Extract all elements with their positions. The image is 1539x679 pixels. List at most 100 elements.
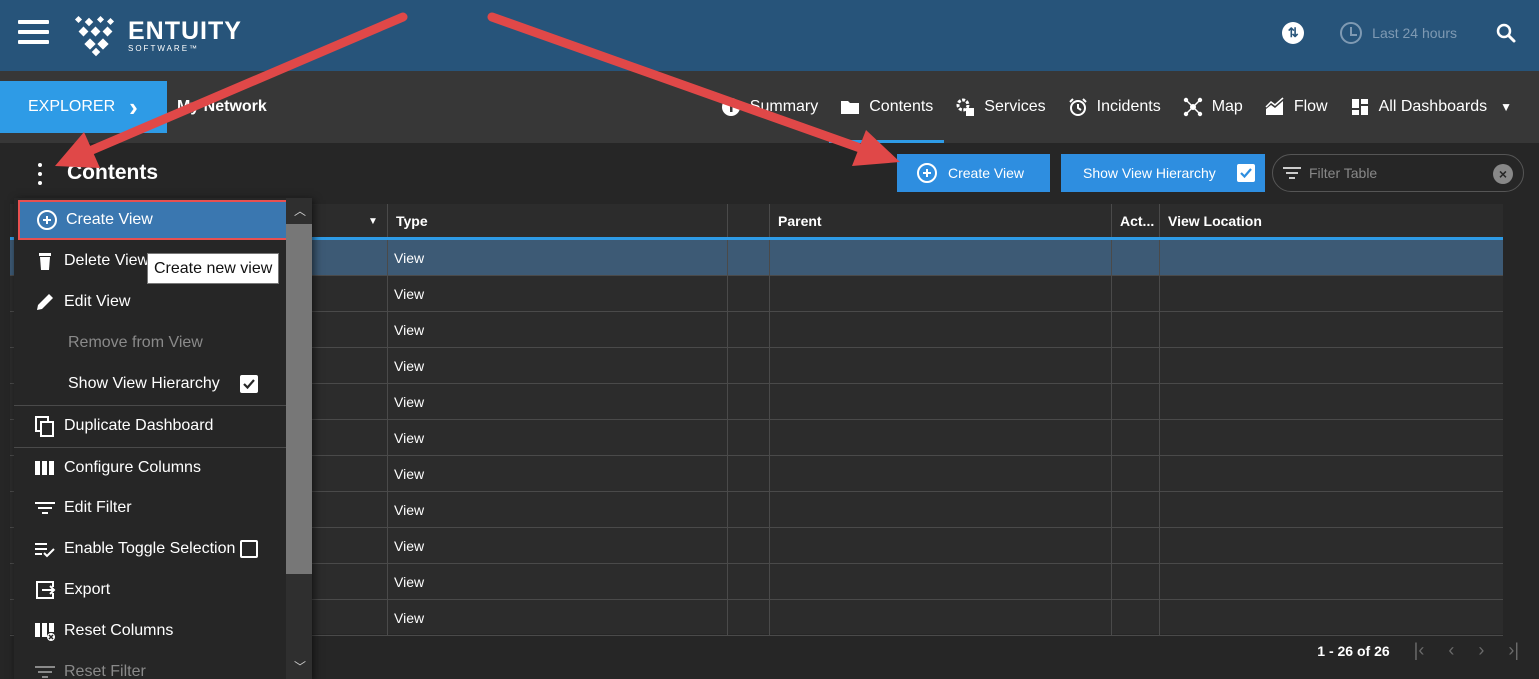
table-cell xyxy=(728,276,770,312)
menu-item-edit-filter[interactable]: Edit Filter xyxy=(14,488,286,528)
menu-item-label: Create View xyxy=(66,211,153,228)
menu-item-label: Edit View xyxy=(64,293,131,310)
plus-circle-icon xyxy=(917,163,937,183)
show-view-hierarchy-button[interactable]: Show View Hierarchy xyxy=(1061,154,1265,192)
menu-item-reset-columns[interactable]: Reset Columns xyxy=(14,611,286,651)
clock-icon xyxy=(1340,22,1363,44)
filter-table-input[interactable] xyxy=(1309,165,1489,181)
cell-type: View xyxy=(388,564,728,600)
table-cell xyxy=(728,564,770,600)
hamburger-menu-icon[interactable] xyxy=(18,20,49,44)
flow-chart-icon xyxy=(1265,97,1284,115)
menu-item-create-view[interactable]: Create View xyxy=(18,200,288,240)
clear-icon[interactable]: × xyxy=(1493,164,1513,184)
show-view-hierarchy-label: Show View Hierarchy xyxy=(1083,165,1216,181)
menu-item-label: Configure Columns xyxy=(64,459,201,476)
menu-item-label: Edit Filter xyxy=(64,499,132,516)
first-page-icon[interactable]: |‹ xyxy=(1414,640,1425,661)
scrollbar-thumb[interactable] xyxy=(286,224,312,574)
menu-item-label: Enable Toggle Selection xyxy=(64,540,236,557)
time-range-selector[interactable]: Last 24 hours xyxy=(1340,22,1457,44)
table-cell xyxy=(1160,528,1503,564)
tab-summary[interactable]: Summary xyxy=(710,71,829,143)
breadcrumb[interactable]: My Network xyxy=(177,98,267,116)
table-cell xyxy=(1112,564,1160,600)
menu-item-label: Export xyxy=(64,581,111,598)
toggle-select-icon xyxy=(35,543,55,558)
table-cell xyxy=(728,420,770,456)
table-cell xyxy=(770,456,1112,492)
trash-icon xyxy=(39,253,51,270)
table-cell xyxy=(728,492,770,528)
filter-icon xyxy=(35,502,55,514)
menu-item-label: Delete View xyxy=(64,252,150,269)
table-cell xyxy=(1160,600,1503,636)
contents-panel: Contents Create View Show View Hierarchy… xyxy=(0,143,1539,679)
tab-incidents-label: Incidents xyxy=(1096,98,1161,115)
column-header-parent[interactable]: Parent xyxy=(770,204,1112,237)
enable-toggle-selection-checkbox[interactable] xyxy=(240,540,258,558)
tab-all-dashboards-label: All Dashboards xyxy=(1378,98,1488,115)
sync-icon[interactable]: ⇅ xyxy=(1282,22,1305,44)
columns-icon xyxy=(35,461,54,475)
next-page-icon[interactable]: › xyxy=(1478,640,1484,661)
column-header-type[interactable]: Type xyxy=(388,204,728,237)
table-cell xyxy=(1112,456,1160,492)
table-cell xyxy=(1112,420,1160,456)
column-header-view-location[interactable]: View Location xyxy=(1160,204,1503,237)
create-view-tooltip: Create new view xyxy=(147,253,280,284)
tab-incidents[interactable]: Incidents xyxy=(1057,71,1172,143)
info-icon xyxy=(721,98,740,116)
menu-item-export[interactable]: Export xyxy=(14,570,286,610)
tab-services[interactable]: Services xyxy=(944,71,1056,143)
sort-caret-icon[interactable]: ▼ xyxy=(368,216,378,227)
tab-flow[interactable]: Flow xyxy=(1254,71,1339,143)
tab-map-label: Map xyxy=(1211,98,1243,115)
column-header-actions[interactable]: Act... xyxy=(1112,204,1160,237)
menu-item-edit-view[interactable]: Edit View xyxy=(14,282,286,322)
table-cell xyxy=(1160,240,1503,276)
table-cell xyxy=(770,420,1112,456)
previous-page-icon[interactable]: ‹ xyxy=(1448,640,1454,661)
export-icon xyxy=(36,581,56,599)
page-title: Contents xyxy=(67,161,158,184)
table-cell xyxy=(1160,312,1503,348)
kebab-menu-icon[interactable] xyxy=(32,163,48,185)
table-cell xyxy=(1112,492,1160,528)
logo-sub-text: SOFTWARE™ xyxy=(128,44,200,53)
entuity-logo[interactable]: ENTUITY SOFTWARE™ xyxy=(72,14,242,58)
entuity-logo-mark-icon xyxy=(74,15,115,57)
menu-item-configure-columns[interactable]: Configure Columns xyxy=(14,448,286,488)
table-cell xyxy=(1160,564,1503,600)
filter-icon xyxy=(1283,167,1301,179)
column-header-blank[interactable] xyxy=(728,204,770,237)
cell-type: View xyxy=(388,240,728,276)
dashboard-grid-icon xyxy=(1351,99,1368,115)
create-view-button[interactable]: Create View xyxy=(897,154,1050,192)
last-page-icon[interactable]: ›| xyxy=(1508,640,1519,661)
filter-table-field[interactable]: × xyxy=(1272,154,1524,192)
chevron-right-icon: › xyxy=(129,91,138,122)
menu-item-remove-from-view: Remove from View xyxy=(14,323,286,363)
cell-type: View xyxy=(388,276,728,312)
menu-scrollbar[interactable]: ︿ ﹀ xyxy=(286,198,312,679)
table-cell xyxy=(770,312,1112,348)
menu-item-label: Duplicate Dashboard xyxy=(64,417,214,434)
scroll-down-icon[interactable]: ﹀ xyxy=(294,658,306,675)
scroll-up-icon[interactable]: ︿ xyxy=(294,202,306,219)
explorer-button[interactable]: EXPLORER › xyxy=(0,81,167,133)
tab-all-dashboards[interactable]: All Dashboards ▼ xyxy=(1339,71,1523,143)
show-view-hierarchy-checked-icon[interactable] xyxy=(240,375,258,393)
table-cell xyxy=(770,600,1112,636)
search-icon[interactable] xyxy=(1495,22,1517,44)
table-cell xyxy=(728,528,770,564)
tab-map[interactable]: Map xyxy=(1172,71,1254,143)
table-cell xyxy=(728,456,770,492)
cell-type: View xyxy=(388,420,728,456)
map-nodes-icon xyxy=(1183,97,1202,117)
tab-contents[interactable]: Contents xyxy=(829,71,945,143)
show-view-hierarchy-checkbox[interactable] xyxy=(1237,164,1255,182)
cell-type: View xyxy=(388,348,728,384)
reset-columns-icon xyxy=(35,623,55,641)
menu-item-duplicate-dashboard[interactable]: Duplicate Dashboard xyxy=(14,406,286,446)
